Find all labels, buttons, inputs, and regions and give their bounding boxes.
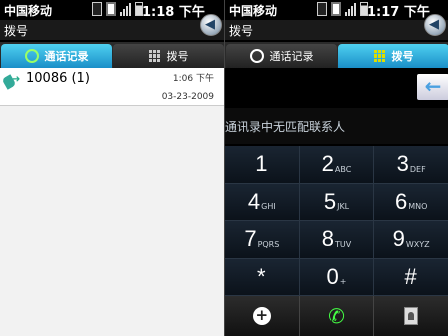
tab-label: 通话记录 [44, 50, 89, 63]
keypad-grid-icon [373, 50, 386, 62]
back-arrow-icon[interactable]: ◀ [424, 14, 446, 36]
incoming-call-icon: ➜ [1, 74, 20, 90]
sd-card-icon [92, 2, 102, 16]
signal-icon [120, 2, 131, 16]
key-7[interactable]: 7 PQRS [225, 221, 300, 259]
key-5[interactable]: 5 JKL [299, 183, 375, 221]
dial-keypad: 1 2 ABC 3 DEF 4 GHI 5 JKL 6 MNO 7 PQRS 8 TUV 9W… [225, 146, 448, 296]
key-0[interactable]: 0 + [299, 258, 375, 296]
tab-label: 通话记录 [269, 50, 314, 63]
phone-icon: ✆ [328, 304, 345, 328]
tab-call-history[interactable]: 通话记录 [226, 44, 337, 68]
key-2[interactable]: 2 ABC [299, 146, 375, 184]
no-match-message: 通讯录中无匹配联系人 [225, 108, 448, 144]
carrier-label: 中国移动 [229, 4, 278, 18]
clock-icon [249, 49, 264, 63]
key-1[interactable]: 1 [225, 146, 300, 184]
add-contact-button[interactable]: + [225, 296, 300, 336]
dialer-screen: 中国移动 1:17 下午 拨号 ◀ 通话记录 拨号 ← 通讯录中无匹配联系人 1… [224, 0, 448, 336]
status-icons [92, 2, 143, 16]
clock-icon [24, 49, 39, 63]
status-bar: 中国移动 1:17 下午 [225, 0, 448, 20]
call-log-screen: 中国移动 1:18 下午 拨号 ◀ 通话记录 拨号 ➜ 10086 (1) 1:… [0, 0, 224, 336]
page-title: 拨号 [229, 24, 254, 38]
signal-icon [345, 2, 356, 16]
clock-time: 1:18 下午 [142, 5, 205, 20]
key-star[interactable]: * [225, 258, 300, 296]
title-bar: 拨号 [225, 20, 448, 40]
call-log-row[interactable]: ➜ 10086 (1) 1:06 下午 03-23-2009 [0, 68, 224, 106]
tab-bar: 通话记录 拨号 [225, 42, 448, 68]
key-hash[interactable]: # [374, 258, 448, 296]
action-bar: + ✆ [225, 296, 448, 336]
call-number: 10086 (1) [26, 71, 90, 86]
notification-icon [106, 2, 116, 16]
number-input[interactable]: ← [225, 70, 448, 104]
carrier-label: 中国移动 [4, 4, 53, 18]
status-icons [317, 2, 368, 16]
key-9[interactable]: 9 WXYZ [374, 221, 448, 259]
clock-time: 1:17 下午 [367, 5, 430, 20]
delete-button[interactable]: ← [417, 74, 448, 100]
key-3[interactable]: 3 DEF [374, 146, 448, 184]
contacts-button[interactable] [374, 296, 448, 336]
title-bar: 拨号 [0, 20, 224, 40]
tab-label: 拨号 [166, 50, 189, 63]
tab-dialer[interactable]: 拨号 [338, 44, 448, 68]
sd-card-icon [317, 2, 327, 16]
status-bar: 中国移动 1:18 下午 [0, 0, 224, 20]
back-arrow-icon[interactable]: ◀ [200, 14, 222, 36]
call-time: 1:06 下午 [172, 74, 214, 84]
call-date: 03-23-2009 [161, 92, 214, 102]
call-button[interactable]: ✆ [300, 296, 375, 336]
page-title: 拨号 [4, 24, 29, 38]
notification-icon [331, 2, 341, 16]
key-6[interactable]: 6 MNO [374, 183, 448, 221]
tab-call-history[interactable]: 通话记录 [1, 44, 112, 68]
plus-icon: + [252, 307, 271, 325]
tab-bar: 通话记录 拨号 [0, 42, 224, 68]
tab-label: 拨号 [391, 50, 414, 63]
call-log-list: ➜ 10086 (1) 1:06 下午 03-23-2009 [0, 68, 224, 336]
key-8[interactable]: 8 TUV [299, 221, 375, 259]
keypad-grid-icon [148, 50, 161, 62]
tab-dialer[interactable]: 拨号 [113, 44, 224, 68]
contacts-icon [404, 307, 419, 325]
key-4[interactable]: 4 GHI [225, 183, 300, 221]
